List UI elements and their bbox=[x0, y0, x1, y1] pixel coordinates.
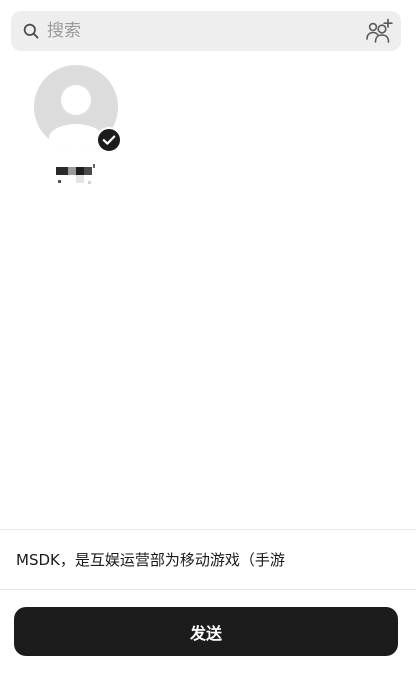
search-icon bbox=[23, 23, 39, 39]
send-button[interactable]: 发送 bbox=[14, 607, 398, 656]
divider bbox=[0, 589, 416, 590]
add-friend-icon[interactable] bbox=[365, 18, 393, 44]
message-preview: MSDK，是互娱运营部为移动游戏（手游 bbox=[16, 551, 285, 569]
search-bar[interactable] bbox=[11, 11, 401, 51]
contact-name-redacted bbox=[54, 163, 102, 189]
divider bbox=[0, 529, 416, 530]
search-input[interactable] bbox=[47, 11, 357, 51]
selected-check-icon bbox=[96, 127, 122, 153]
contact-item[interactable] bbox=[34, 65, 124, 195]
